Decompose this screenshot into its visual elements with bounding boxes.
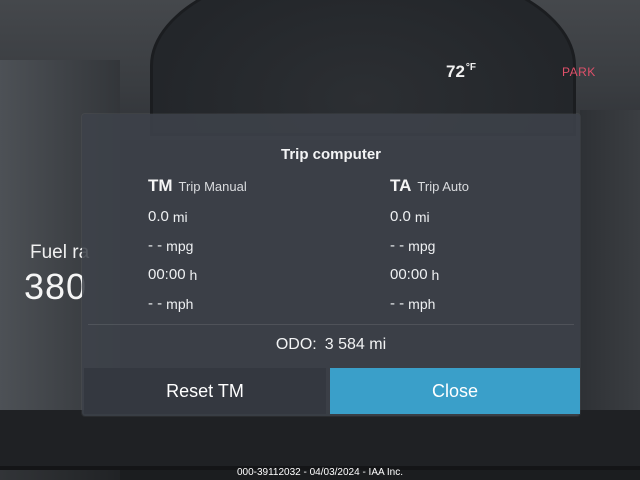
dialog-title: Trip computer — [280, 146, 381, 163]
trip-auto-speed-value: - - — [390, 295, 405, 312]
odometer-value: 3 584 — [324, 336, 365, 353]
trip-manual-time-unit: h — [189, 266, 198, 283]
dialog-divider — [88, 324, 574, 325]
close-button[interactable]: Close — [330, 368, 580, 414]
trip-manual-abbr: TM — [148, 176, 173, 195]
temperature-value: 72 — [446, 62, 465, 81]
trip-auto-distance-value: 0.0 — [390, 208, 411, 225]
trip-manual-time: 00:00 h — [148, 260, 247, 289]
trip-manual-name: Trip Manual — [178, 179, 247, 194]
watermark: 000-39112032 - 04/03/2024 - IAA Inc. — [0, 466, 640, 480]
trip-auto-economy-value: - - — [390, 237, 405, 254]
trip-auto-name: Trip Auto — [417, 179, 469, 194]
trip-manual-time-value: 00:00 — [148, 266, 186, 283]
trip-manual-distance-unit: mi — [172, 208, 188, 225]
trip-auto-abbr: TA — [390, 176, 412, 195]
trip-auto-speed: - - mph — [390, 289, 469, 318]
trip-manual-speed-value: - - — [148, 295, 163, 312]
outside-temperature: 72°F — [446, 62, 476, 82]
odometer-label: ODO: — [275, 336, 317, 353]
trip-manual-speed-unit: mph — [166, 295, 194, 312]
trip-manual-header: TM Trip Manual — [148, 176, 247, 202]
trip-manual-economy-value: - - — [148, 237, 163, 254]
trip-computer-dialog: Trip computer TM Trip Manual 0.0 mi - - … — [82, 114, 580, 416]
trip-auto-column: TA Trip Auto 0.0 mi - - mpg 00:00 h - - … — [390, 176, 469, 318]
background-right-panel — [580, 110, 640, 410]
trip-auto-speed-unit: mph — [408, 295, 436, 312]
odometer-unit: mi — [369, 336, 387, 353]
trip-manual-distance: 0.0 mi — [148, 202, 247, 231]
gear-indicator: PARK — [562, 65, 596, 79]
trip-auto-header: TA Trip Auto — [390, 176, 469, 202]
trip-auto-time: 00:00 h — [390, 260, 469, 289]
trip-manual-economy: - - mpg — [148, 231, 247, 260]
trip-manual-speed: - - mph — [148, 289, 247, 318]
fuel-rate-label: Fuel ra — [30, 242, 90, 263]
trip-manual-distance-value: 0.0 — [148, 208, 169, 225]
trip-manual-economy-unit: mpg — [166, 237, 194, 254]
fuel-rate-value: 380 — [24, 266, 88, 307]
trip-auto-economy: - - mpg — [390, 231, 469, 260]
trip-auto-economy-unit: mpg — [408, 237, 436, 254]
background-bottom — [0, 410, 640, 470]
trip-auto-distance-unit: mi — [414, 208, 430, 225]
trip-manual-column: TM Trip Manual 0.0 mi - - mpg 00:00 h - … — [148, 176, 247, 318]
odometer: ODO: 3 584 mi — [82, 336, 580, 354]
trip-auto-distance: 0.0 mi — [390, 202, 469, 231]
trip-auto-time-unit: h — [431, 266, 440, 283]
trip-auto-time-value: 00:00 — [390, 266, 428, 283]
reset-tm-button[interactable]: Reset TM — [84, 368, 326, 414]
temperature-unit: °F — [465, 62, 477, 73]
